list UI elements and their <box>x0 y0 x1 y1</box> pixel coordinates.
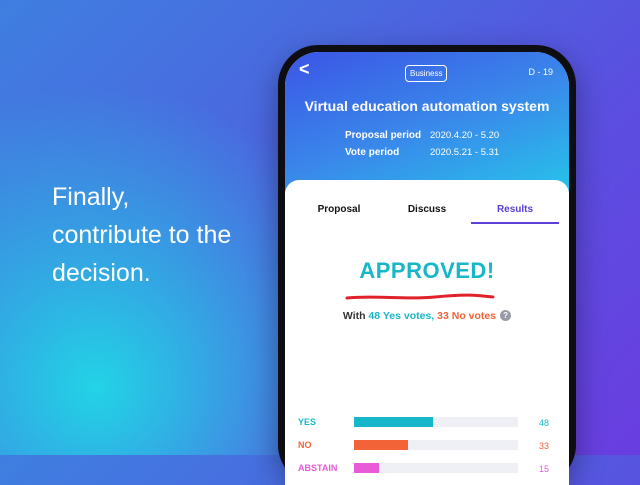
tagline: Finally, contribute to the decision. <box>52 178 231 292</box>
vote-count-yes: 48 <box>538 418 549 428</box>
vote-count-no: 33 <box>538 441 549 451</box>
vote-track-yes <box>354 417 518 427</box>
yes-votes-text: 48 Yes votes, <box>368 310 435 322</box>
tagline-line-1: Finally, <box>52 183 130 211</box>
vote-row-no: NO 33 <box>298 438 549 452</box>
vote-bar-no <box>354 440 409 450</box>
vote-period-label: Vote period <box>345 147 400 158</box>
dday-label: D - 19 <box>528 67 553 77</box>
tab-results[interactable]: Results <box>471 200 559 224</box>
vote-count-abstain: 15 <box>538 464 549 474</box>
result-status: APPROVED! <box>359 258 495 283</box>
category-badge: Business <box>405 65 448 82</box>
proposal-period-label: Proposal period <box>345 130 422 141</box>
tagline-line-2: contribute to the <box>52 221 232 249</box>
no-votes-text: 33 No votes <box>437 310 497 322</box>
proposal-title: Virtual education automation system <box>304 98 550 114</box>
phone-frame: < Business D - 19 Virtual education auto… <box>278 45 576 485</box>
question-circle-icon[interactable]: ? <box>500 310 512 321</box>
vote-track-no <box>354 440 518 450</box>
proposal-header: < Business D - 19 Virtual education auto… <box>285 52 569 192</box>
vote-bar-yes <box>354 417 433 427</box>
summary-prefix: With <box>342 310 369 322</box>
status-underline <box>345 293 495 300</box>
vote-period: Vote period 2020.5.21 - 5.31 <box>345 147 499 158</box>
tagline-line-3: decision. <box>52 259 151 287</box>
chevron-left-icon[interactable]: < <box>299 60 310 78</box>
vote-row-abstain: ABSTAIN 15 <box>298 461 549 475</box>
vote-bar-abstain <box>354 463 379 473</box>
vote-label-abstain: ABSTAIN <box>298 463 338 473</box>
proposal-period: Proposal period 2020.4.20 - 5.20 <box>345 130 499 141</box>
results-card: Proposal Discuss Results APPROVED! With … <box>285 180 569 485</box>
vote-label-yes: YES <box>298 417 317 427</box>
vote-label-no: NO <box>298 440 312 450</box>
tab-discuss[interactable]: Discuss <box>383 200 471 224</box>
tab-proposal[interactable]: Proposal <box>295 200 383 224</box>
vote-summary: With 48 Yes votes, 33 No votes? <box>285 310 569 322</box>
tab-bar: Proposal Discuss Results <box>295 200 559 224</box>
vote-row-yes: YES 48 <box>298 415 549 429</box>
phone-screen: < Business D - 19 Virtual education auto… <box>285 52 569 485</box>
vote-track-abstain <box>354 463 518 473</box>
proposal-period-value: 2020.4.20 - 5.20 <box>430 130 500 141</box>
vote-period-value: 2020.5.21 - 5.31 <box>430 147 500 158</box>
